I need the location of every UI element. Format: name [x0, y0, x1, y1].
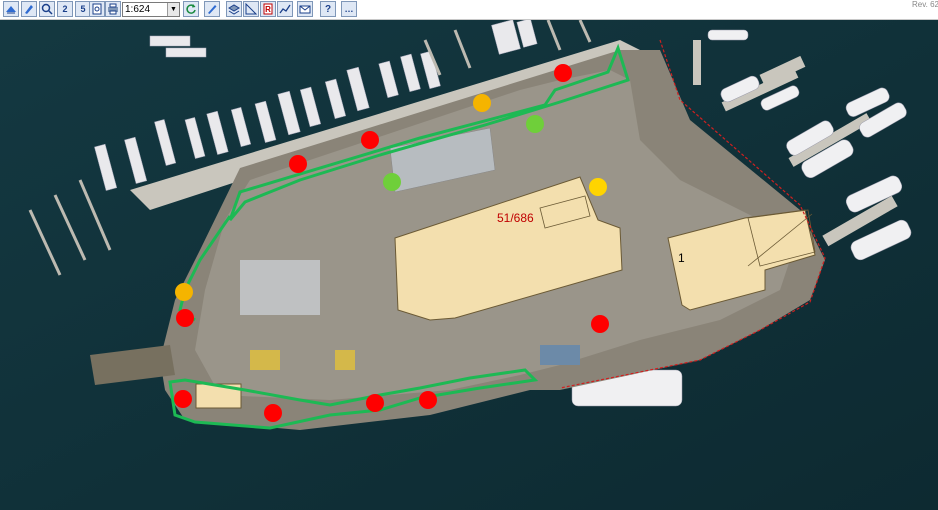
layers-tool-icon[interactable] [3, 1, 19, 17]
scale-value: 1:624 [125, 4, 151, 15]
red-marker[interactable] [591, 315, 609, 333]
zoom-in-icon[interactable] [39, 1, 55, 17]
map-canvas[interactable]: 51/686 1 [0, 20, 938, 510]
red-marker[interactable] [176, 309, 194, 327]
toolbar: 2 5 1:624 ▼ R ? … Rev. 62 [0, 0, 938, 20]
svg-text:R: R [265, 5, 271, 14]
print-icon[interactable] [105, 1, 121, 17]
yellow-marker[interactable] [473, 94, 491, 112]
scale-select[interactable]: 1:624 ▼ [122, 2, 180, 17]
chart-icon[interactable] [277, 1, 293, 17]
more-options-icon[interactable]: … [341, 1, 357, 17]
red-marker[interactable] [264, 404, 282, 422]
yellow-equipment-2 [250, 350, 280, 370]
blue-containers [540, 345, 580, 365]
layer-stack-icon[interactable] [226, 1, 242, 17]
zoom-factor-2-label: 2 [62, 4, 68, 14]
pen-tool-icon[interactable] [204, 1, 220, 17]
main-building-label: 51/686 [497, 211, 534, 225]
equipment-area [240, 260, 320, 315]
red-marker[interactable] [289, 155, 307, 173]
zoom-factor-2-button[interactable]: 2 [57, 1, 73, 17]
measure-icon[interactable] [243, 1, 259, 17]
yellow-marker[interactable] [589, 178, 607, 196]
yellow-marker[interactable] [175, 283, 193, 301]
east-building-label: 1 [678, 251, 685, 265]
chevron-down-icon[interactable]: ▼ [167, 3, 179, 16]
edit-tool-icon[interactable] [21, 1, 37, 17]
print-preview-icon[interactable] [89, 1, 105, 17]
refresh-icon[interactable] [183, 1, 199, 17]
red-marker[interactable] [554, 64, 572, 82]
red-marker[interactable] [361, 131, 379, 149]
revision-text: Rev. 62 [912, 0, 938, 9]
red-marker[interactable] [366, 394, 384, 412]
report-icon[interactable]: R [260, 1, 276, 17]
yellow-equipment [335, 350, 355, 370]
green-marker[interactable] [383, 173, 401, 191]
green-marker[interactable] [526, 115, 544, 133]
email-icon[interactable] [297, 1, 313, 17]
zoom-factor-5-label: 5 [80, 4, 86, 14]
red-marker[interactable] [419, 391, 437, 409]
help-icon[interactable]: ? [320, 1, 336, 17]
red-marker[interactable] [174, 390, 192, 408]
